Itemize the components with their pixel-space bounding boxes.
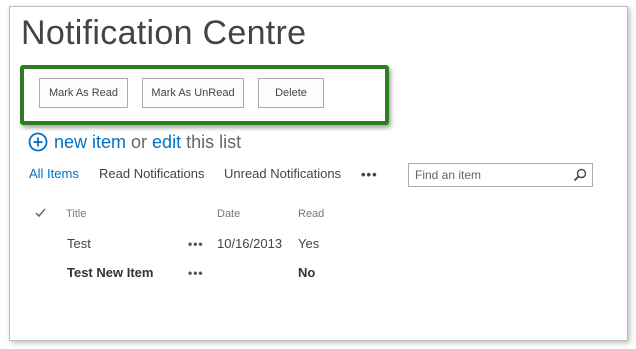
mark-as-read-button[interactable]: Mark As Read [39,78,128,108]
delete-button[interactable]: Delete [258,78,324,108]
row-read: No [298,265,316,280]
column-header-date[interactable]: Date [217,208,240,220]
this-list-text: this list [186,131,242,152]
new-item-row: new item or edit this list [28,130,241,154]
page-title: Notification Centre [21,14,307,52]
column-header-title[interactable]: Title [66,208,86,220]
column-header-read[interactable]: Read [298,208,324,220]
more-views-ellipsis[interactable]: ••• [361,167,378,182]
row-date: 10/16/2013 [217,236,283,251]
search-input[interactable] [409,164,569,186]
view-read-notifications[interactable]: Read Notifications [99,166,205,181]
row-read: Yes [298,236,320,251]
search-box [408,163,593,187]
row-title[interactable]: Test [67,236,91,251]
edit-link[interactable]: edit [152,132,181,153]
checkmark-icon[interactable] [35,208,46,218]
mark-as-unread-button[interactable]: Mark As UnRead [142,78,244,108]
row-menu-ellipsis[interactable]: ••• [188,266,204,280]
row-menu-ellipsis[interactable]: ••• [188,237,204,251]
view-unread-notifications[interactable]: Unread Notifications [224,166,341,181]
row-title[interactable]: Test New Item [67,265,153,280]
plus-circle-icon[interactable] [28,132,48,152]
or-text: or [131,131,148,152]
view-all-items[interactable]: All Items [29,166,79,181]
new-item-link[interactable]: new item [54,132,126,153]
search-icon[interactable] [573,168,587,182]
